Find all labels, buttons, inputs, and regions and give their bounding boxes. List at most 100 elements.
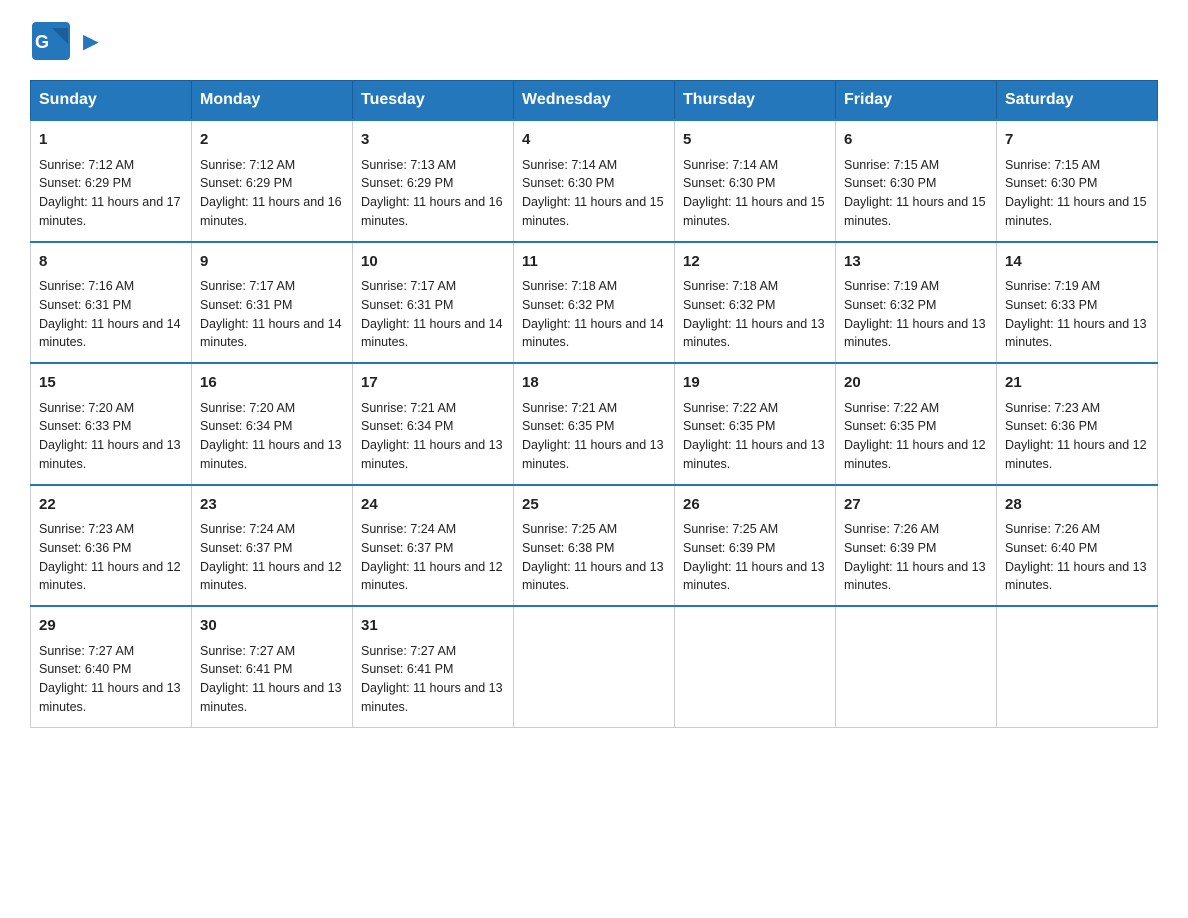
- logo-icon: G: [30, 20, 72, 62]
- day-number: 24: [361, 494, 505, 517]
- page-header: G ►: [30, 20, 1158, 62]
- col-header-monday: Monday: [192, 81, 353, 121]
- calendar-cell: 6 Sunrise: 7:15 AMSunset: 6:30 PMDaylight…: [836, 120, 997, 242]
- day-number: 8: [39, 251, 183, 274]
- day-number: 23: [200, 494, 344, 517]
- day-info: Sunrise: 7:15 AMSunset: 6:30 PMDaylight:…: [844, 156, 988, 231]
- day-info: Sunrise: 7:26 AMSunset: 6:39 PMDaylight:…: [844, 520, 988, 595]
- calendar-cell: 20 Sunrise: 7:22 AMSunset: 6:35 PMDayligh…: [836, 363, 997, 485]
- day-info: Sunrise: 7:13 AMSunset: 6:29 PMDaylight:…: [361, 156, 505, 231]
- day-number: 2: [200, 129, 344, 152]
- calendar-cell: 28Sunrise: 7:26 AMSunset: 6:40 PMDayligh…: [997, 485, 1158, 607]
- day-number: 4: [522, 129, 666, 152]
- calendar-cell: 5 Sunrise: 7:14 AMSunset: 6:30 PMDaylight…: [675, 120, 836, 242]
- calendar-cell: 31Sunrise: 7:27 AMSunset: 6:41 PMDayligh…: [353, 606, 514, 727]
- day-number: 12: [683, 251, 827, 274]
- day-info: Sunrise: 7:27 AMSunset: 6:41 PMDaylight:…: [200, 642, 344, 717]
- calendar-header: SundayMondayTuesdayWednesdayThursdayFrid…: [31, 81, 1158, 121]
- day-number: 20: [844, 372, 988, 395]
- calendar-cell: [997, 606, 1158, 727]
- day-info: Sunrise: 7:25 AMSunset: 6:39 PMDaylight:…: [683, 520, 827, 595]
- day-info: Sunrise: 7:23 AMSunset: 6:36 PMDaylight:…: [39, 520, 183, 595]
- day-info: Sunrise: 7:24 AMSunset: 6:37 PMDaylight:…: [361, 520, 505, 595]
- calendar-body: 1 Sunrise: 7:12 AMSunset: 6:29 PMDaylight…: [31, 120, 1158, 727]
- calendar-cell: 4 Sunrise: 7:14 AMSunset: 6:30 PMDaylight…: [514, 120, 675, 242]
- day-number: 14: [1005, 251, 1149, 274]
- day-info: Sunrise: 7:27 AMSunset: 6:40 PMDaylight:…: [39, 642, 183, 717]
- day-info: Sunrise: 7:14 AMSunset: 6:30 PMDaylight:…: [683, 156, 827, 231]
- day-info: Sunrise: 7:17 AMSunset: 6:31 PMDaylight:…: [361, 277, 505, 352]
- day-info: Sunrise: 7:16 AMSunset: 6:31 PMDaylight:…: [39, 277, 183, 352]
- calendar-cell: 15 Sunrise: 7:20 AMSunset: 6:33 PMDayligh…: [31, 363, 192, 485]
- day-number: 25: [522, 494, 666, 517]
- day-number: 27: [844, 494, 988, 517]
- calendar-cell: 14 Sunrise: 7:19 AMSunset: 6:33 PMDayligh…: [997, 242, 1158, 364]
- calendar-cell: 8 Sunrise: 7:16 AMSunset: 6:31 PMDaylight…: [31, 242, 192, 364]
- calendar-cell: 7Sunrise: 7:15 AMSunset: 6:30 PMDaylight…: [997, 120, 1158, 242]
- day-number: 26: [683, 494, 827, 517]
- day-number: 5: [683, 129, 827, 152]
- day-number: 17: [361, 372, 505, 395]
- col-header-thursday: Thursday: [675, 81, 836, 121]
- day-number: 29: [39, 615, 183, 638]
- calendar-cell: 26 Sunrise: 7:25 AMSunset: 6:39 PMDayligh…: [675, 485, 836, 607]
- calendar-cell: 2 Sunrise: 7:12 AMSunset: 6:29 PMDaylight…: [192, 120, 353, 242]
- day-info: Sunrise: 7:18 AMSunset: 6:32 PMDaylight:…: [522, 277, 666, 352]
- day-number: 21: [1005, 372, 1149, 395]
- day-number: 22: [39, 494, 183, 517]
- calendar-cell: 16 Sunrise: 7:20 AMSunset: 6:34 PMDayligh…: [192, 363, 353, 485]
- calendar-cell: 9 Sunrise: 7:17 AMSunset: 6:31 PMDaylight…: [192, 242, 353, 364]
- logo-triangle-text: ►: [78, 26, 104, 56]
- calendar-cell: 1Sunrise: 7:12 AMSunset: 6:29 PMDaylight…: [31, 120, 192, 242]
- day-info: Sunrise: 7:15 AMSunset: 6:30 PMDaylight:…: [1005, 156, 1149, 231]
- day-info: Sunrise: 7:12 AMSunset: 6:29 PMDaylight:…: [200, 156, 344, 231]
- calendar-cell: 25 Sunrise: 7:25 AMSunset: 6:38 PMDayligh…: [514, 485, 675, 607]
- col-header-wednesday: Wednesday: [514, 81, 675, 121]
- day-number: 15: [39, 372, 183, 395]
- calendar-cell: 13 Sunrise: 7:19 AMSunset: 6:32 PMDayligh…: [836, 242, 997, 364]
- day-number: 30: [200, 615, 344, 638]
- day-info: Sunrise: 7:21 AMSunset: 6:35 PMDaylight:…: [522, 399, 666, 474]
- col-header-friday: Friday: [836, 81, 997, 121]
- calendar-cell: 27 Sunrise: 7:26 AMSunset: 6:39 PMDayligh…: [836, 485, 997, 607]
- day-info: Sunrise: 7:14 AMSunset: 6:30 PMDaylight:…: [522, 156, 666, 231]
- day-info: Sunrise: 7:22 AMSunset: 6:35 PMDaylight:…: [844, 399, 988, 474]
- calendar-cell: 24 Sunrise: 7:24 AMSunset: 6:37 PMDayligh…: [353, 485, 514, 607]
- calendar-cell: 17Sunrise: 7:21 AMSunset: 6:34 PMDayligh…: [353, 363, 514, 485]
- col-header-tuesday: Tuesday: [353, 81, 514, 121]
- calendar-week-4: 22 Sunrise: 7:23 AMSunset: 6:36 PMDayligh…: [31, 485, 1158, 607]
- calendar-cell: 11 Sunrise: 7:18 AMSunset: 6:32 PMDayligh…: [514, 242, 675, 364]
- day-info: Sunrise: 7:27 AMSunset: 6:41 PMDaylight:…: [361, 642, 505, 717]
- day-info: Sunrise: 7:25 AMSunset: 6:38 PMDaylight:…: [522, 520, 666, 595]
- day-number: 6: [844, 129, 988, 152]
- day-info: Sunrise: 7:19 AMSunset: 6:33 PMDaylight:…: [1005, 277, 1149, 352]
- day-info: Sunrise: 7:24 AMSunset: 6:37 PMDaylight:…: [200, 520, 344, 595]
- day-number: 13: [844, 251, 988, 274]
- calendar-cell: 19Sunrise: 7:22 AMSunset: 6:35 PMDayligh…: [675, 363, 836, 485]
- day-info: Sunrise: 7:18 AMSunset: 6:32 PMDaylight:…: [683, 277, 827, 352]
- calendar-cell: 3Sunrise: 7:13 AMSunset: 6:29 PMDaylight…: [353, 120, 514, 242]
- calendar-cell: 21Sunrise: 7:23 AMSunset: 6:36 PMDayligh…: [997, 363, 1158, 485]
- day-info: Sunrise: 7:17 AMSunset: 6:31 PMDaylight:…: [200, 277, 344, 352]
- logo: G ►: [30, 20, 104, 62]
- day-number: 28: [1005, 494, 1149, 517]
- calendar-table: SundayMondayTuesdayWednesdayThursdayFrid…: [30, 80, 1158, 728]
- day-number: 11: [522, 251, 666, 274]
- calendar-cell: 29 Sunrise: 7:27 AMSunset: 6:40 PMDayligh…: [31, 606, 192, 727]
- calendar-cell: 12 Sunrise: 7:18 AMSunset: 6:32 PMDayligh…: [675, 242, 836, 364]
- calendar-week-3: 15 Sunrise: 7:20 AMSunset: 6:33 PMDayligh…: [31, 363, 1158, 485]
- calendar-cell: [514, 606, 675, 727]
- calendar-cell: 30 Sunrise: 7:27 AMSunset: 6:41 PMDayligh…: [192, 606, 353, 727]
- col-header-sunday: Sunday: [31, 81, 192, 121]
- day-number: 9: [200, 251, 344, 274]
- day-info: Sunrise: 7:19 AMSunset: 6:32 PMDaylight:…: [844, 277, 988, 352]
- calendar-cell: [675, 606, 836, 727]
- day-info: Sunrise: 7:20 AMSunset: 6:34 PMDaylight:…: [200, 399, 344, 474]
- calendar-week-5: 29 Sunrise: 7:27 AMSunset: 6:40 PMDayligh…: [31, 606, 1158, 727]
- day-number: 16: [200, 372, 344, 395]
- day-info: Sunrise: 7:22 AMSunset: 6:35 PMDaylight:…: [683, 399, 827, 474]
- calendar-cell: 22 Sunrise: 7:23 AMSunset: 6:36 PMDayligh…: [31, 485, 192, 607]
- calendar-cell: [836, 606, 997, 727]
- day-number: 1: [39, 129, 183, 152]
- day-info: Sunrise: 7:20 AMSunset: 6:33 PMDaylight:…: [39, 399, 183, 474]
